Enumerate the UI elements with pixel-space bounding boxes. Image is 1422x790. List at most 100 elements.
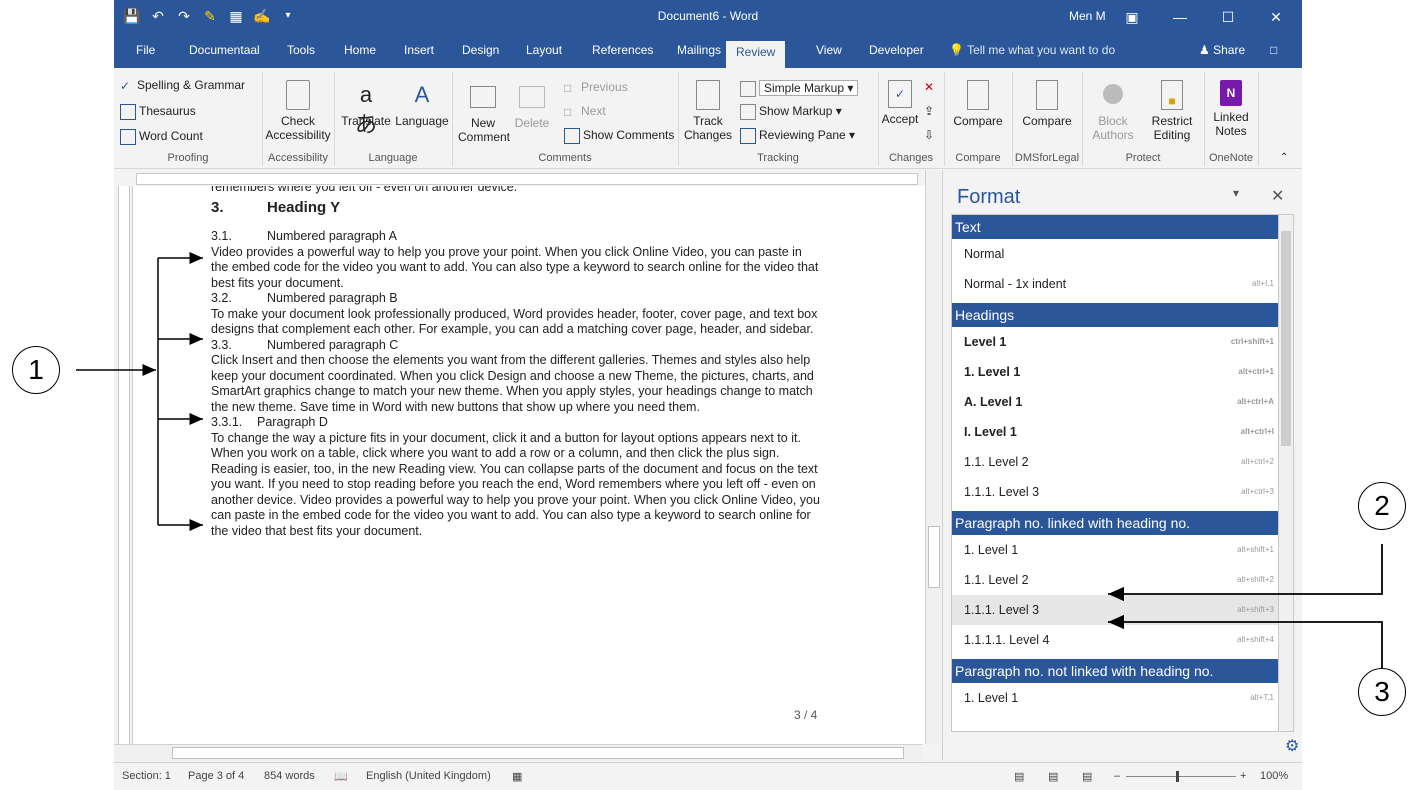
translate-button[interactable]: aあ Translate: [338, 80, 394, 137]
restrict-editing-button[interactable]: ■ Restrict Editing: [1144, 80, 1200, 142]
ribbon-display-icon[interactable]: ▣: [1114, 3, 1150, 31]
reject-icon[interactable]: ✕: [924, 80, 934, 94]
word-count[interactable]: 854 words: [264, 770, 315, 782]
tab-insert[interactable]: Insert: [404, 43, 434, 57]
style-item[interactable]: 1. Level 1 alt+shift+1: [952, 535, 1278, 565]
zoom-out-button[interactable]: –: [1114, 770, 1120, 782]
tab-tools[interactable]: Tools: [287, 43, 315, 57]
zoom-slider-thumb[interactable]: [1176, 771, 1179, 782]
pane-options-icon[interactable]: ▾: [1233, 186, 1239, 200]
close-icon[interactable]: ✕: [1271, 186, 1284, 206]
previous-change-icon[interactable]: ⇪: [924, 104, 934, 118]
show-markup-icon: [740, 104, 756, 120]
style-item[interactable]: 1.1. Level 2 alt+shift+2: [952, 565, 1278, 595]
markup-select[interactable]: Simple Markup ▾: [740, 80, 859, 97]
style-item-shortcut: alt+ctrl+2: [1241, 457, 1274, 466]
document-page[interactable]: remembers where you left off - even on a…: [133, 186, 925, 744]
maximize-icon[interactable]: ☐: [1210, 3, 1246, 31]
horizontal-ruler[interactable]: [114, 170, 922, 187]
tab-layout[interactable]: Layout: [526, 43, 562, 57]
style-list[interactable]: Text Normal Normal - 1x indent alt+I,1 Headi…: [951, 214, 1279, 732]
linked-notes-button[interactable]: N Linked Notes: [1206, 80, 1256, 138]
zoom-slider[interactable]: [1126, 776, 1236, 777]
group-label: Tracking: [757, 152, 799, 164]
proofing-icon[interactable]: 📖: [334, 770, 348, 783]
spelling-grammar-button[interactable]: ✓ Spelling & Grammar: [120, 78, 245, 93]
tab-home[interactable]: Home: [344, 43, 376, 57]
web-layout-icon[interactable]: ▤: [1082, 770, 1092, 783]
word-count-icon: [120, 129, 136, 145]
tab-documentaal[interactable]: Documentaal: [189, 43, 260, 57]
style-item[interactable]: I. Level 1 alt+ctrl+I: [952, 417, 1278, 447]
style-item[interactable]: Normal: [952, 239, 1278, 269]
collapse-ribbon-icon[interactable]: ⌃: [1280, 152, 1288, 163]
minimize-icon[interactable]: —: [1162, 3, 1198, 31]
language-indicator[interactable]: English (United Kingdom): [366, 770, 491, 782]
style-item[interactable]: A. Level 1 alt+ctrl+A: [952, 387, 1278, 417]
thesaurus-button[interactable]: Thesaurus: [120, 104, 196, 120]
zoom-level[interactable]: 100%: [1260, 770, 1288, 782]
previous-comment-button[interactable]: □ Previous: [564, 80, 628, 95]
share-button[interactable]: ♟ Share: [1199, 43, 1245, 57]
accept-button[interactable]: ✓ Accept: [880, 80, 920, 126]
group-label: Proofing: [167, 152, 209, 164]
page-indicator[interactable]: Page 3 of 4: [188, 770, 244, 782]
show-comments-button[interactable]: Show Comments: [564, 128, 674, 144]
delete-comment-button[interactable]: Delete: [512, 80, 552, 130]
macro-icon[interactable]: ▦: [512, 770, 522, 783]
close-icon[interactable]: ✕: [1258, 3, 1294, 31]
scroll-thumb[interactable]: [1281, 231, 1291, 446]
block-authors-button[interactable]: Block Authors: [1086, 80, 1140, 142]
tab-view[interactable]: View: [816, 43, 842, 57]
style-item[interactable]: 1.1.1.1. Level 4 alt+shift+4: [952, 625, 1278, 655]
scroll-thumb[interactable]: [928, 526, 940, 588]
user-name[interactable]: Men M: [1069, 9, 1106, 23]
tab-design[interactable]: Design: [462, 43, 499, 57]
tab-file[interactable]: File: [136, 43, 155, 57]
word-count-button[interactable]: Word Count: [120, 129, 203, 145]
dms-compare-button[interactable]: Compare: [1016, 80, 1078, 128]
style-item-label: 1.1.1.1. Level 4: [964, 633, 1050, 647]
document-horizontal-scrollbar[interactable]: [114, 744, 922, 761]
language-button[interactable]: A Language: [394, 80, 450, 128]
status-bar: Section: 1 Page 3 of 4 854 words 📖 Engli…: [114, 762, 1302, 790]
track-changes-button[interactable]: Track Changes: [682, 80, 734, 142]
gear-icon[interactable]: ⚙: [1285, 736, 1299, 756]
style-item[interactable]: 1. Level 1 alt+T,1: [952, 683, 1278, 713]
tab-references[interactable]: References: [592, 43, 653, 57]
style-item-shortcut: alt+shift+1: [1237, 545, 1274, 554]
style-item-shortcut: alt+I,1: [1251, 279, 1274, 288]
next-comment-button[interactable]: □ Next: [564, 104, 606, 119]
tell-me-search[interactable]: 💡 Tell me what you want to do: [949, 43, 1115, 57]
new-comment-button[interactable]: New Comment: [458, 80, 510, 144]
style-item[interactable]: Normal - 1x indent alt+I,1: [952, 269, 1278, 299]
vertical-ruler[interactable]: [114, 186, 133, 744]
show-markup-button[interactable]: Show Markup ▾: [740, 104, 842, 120]
print-layout-icon[interactable]: ▤: [1048, 770, 1058, 783]
style-list-scrollbar[interactable]: [1279, 214, 1294, 732]
zoom-in-button[interactable]: +: [1240, 770, 1246, 782]
document-body[interactable]: remembers where you left off - even on a…: [211, 186, 821, 539]
comments-icon[interactable]: □: [1270, 43, 1277, 57]
tab-mailings[interactable]: Mailings: [677, 43, 721, 57]
reviewing-pane-button[interactable]: Reviewing Pane ▾: [740, 128, 855, 144]
style-item[interactable]: 1.1.1. Level 3 alt+ctrl+3: [952, 477, 1278, 507]
scroll-thumb[interactable]: [172, 747, 904, 759]
check-accessibility-button[interactable]: Check Accessibility: [262, 80, 334, 142]
tab-developer[interactable]: Developer: [869, 43, 924, 57]
style-item-shortcut: alt+ctrl+I: [1240, 427, 1274, 436]
tab-review[interactable]: Review: [726, 41, 786, 68]
compare-button[interactable]: Compare: [948, 80, 1008, 128]
section-indicator[interactable]: Section: 1: [122, 770, 171, 782]
delete-comment-icon: [519, 86, 545, 108]
style-item[interactable]: 1.1.1. Level 3 alt+shift+3: [952, 595, 1278, 625]
next-change-icon[interactable]: ⇩: [924, 128, 934, 142]
style-item[interactable]: 1. Level 1 alt+ctrl+1: [952, 357, 1278, 387]
style-item[interactable]: Level 1 ctrl+shift+1: [952, 327, 1278, 357]
style-item-label: 1. Level 1: [964, 543, 1019, 557]
document-vertical-scrollbar[interactable]: [925, 170, 941, 744]
style-item[interactable]: 1.1. Level 2 alt+ctrl+2: [952, 447, 1278, 477]
read-mode-icon[interactable]: ▤: [1014, 770, 1024, 783]
document-area[interactable]: remembers where you left off - even on a…: [133, 186, 925, 744]
show-comments-icon: [564, 128, 580, 144]
